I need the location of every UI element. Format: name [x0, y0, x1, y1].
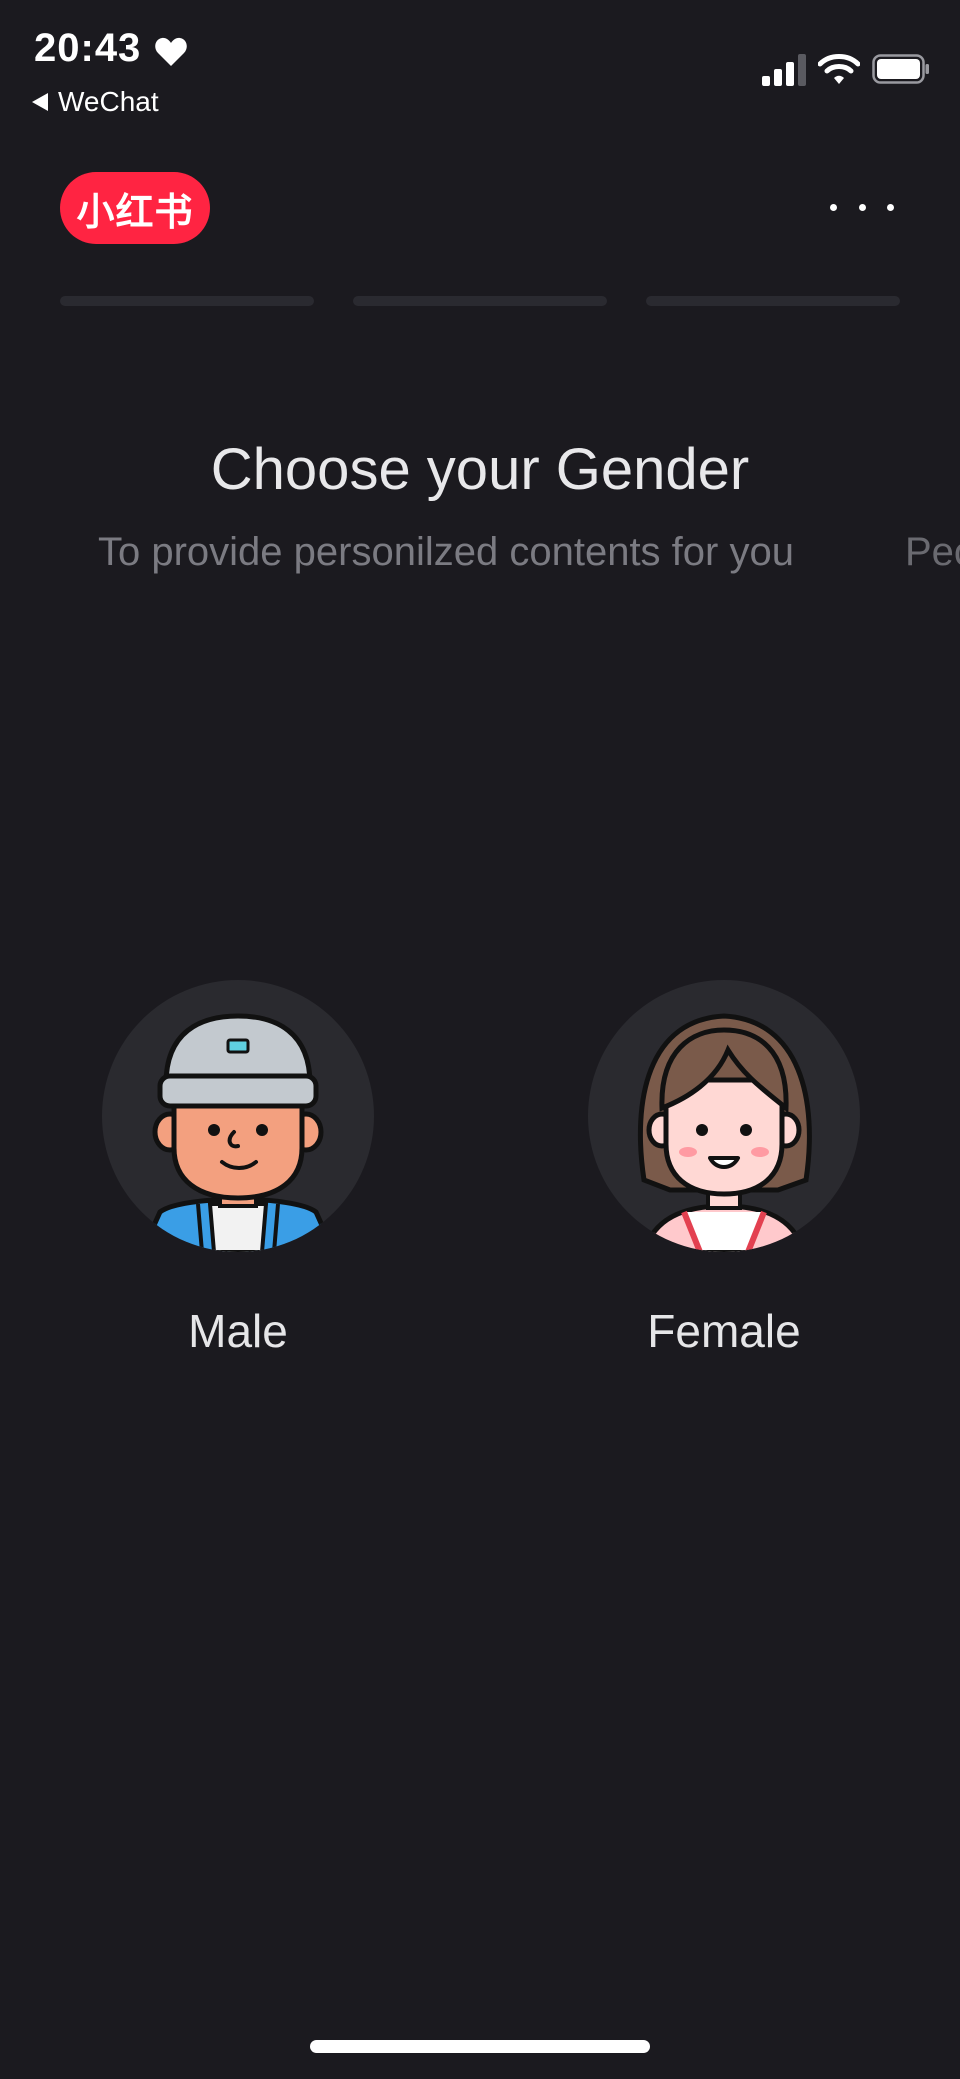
- progress-step-3: [646, 296, 900, 306]
- female-label: Female: [647, 1305, 801, 1357]
- next-step-subtitle: Peo: [905, 530, 960, 574]
- page-title: Choose your Gender: [210, 437, 750, 502]
- status-bar: 20:43 WeChat: [0, 0, 960, 140]
- wifi-icon: [818, 54, 860, 84]
- status-time: 20:43: [34, 26, 142, 70]
- gender-option-male[interactable]: Male: [102, 980, 374, 1358]
- more-dot-icon: [858, 203, 866, 211]
- back-to-app-button[interactable]: WeChat: [32, 86, 159, 118]
- female-avatar-icon[interactable]: [588, 980, 860, 1252]
- progress-step-2: [353, 296, 607, 306]
- back-app-label: WeChat: [58, 86, 159, 117]
- heart-icon: [155, 37, 187, 66]
- male-label: Male: [188, 1305, 288, 1357]
- page-subtitle: To provide personilzed contents for you: [98, 530, 794, 574]
- more-options-button[interactable]: [830, 190, 894, 224]
- app-logo: 小红书: [60, 172, 210, 244]
- back-arrow-icon: [32, 93, 48, 111]
- signal-icon: [762, 54, 806, 86]
- home-indicator[interactable]: [310, 2040, 650, 2053]
- progress-step-1: [60, 296, 314, 306]
- male-avatar-icon[interactable]: [102, 980, 374, 1252]
- more-dot-icon: [887, 203, 894, 211]
- more-dot-icon: [830, 203, 837, 211]
- gender-option-female[interactable]: Female: [588, 980, 860, 1358]
- battery-icon: [872, 54, 929, 84]
